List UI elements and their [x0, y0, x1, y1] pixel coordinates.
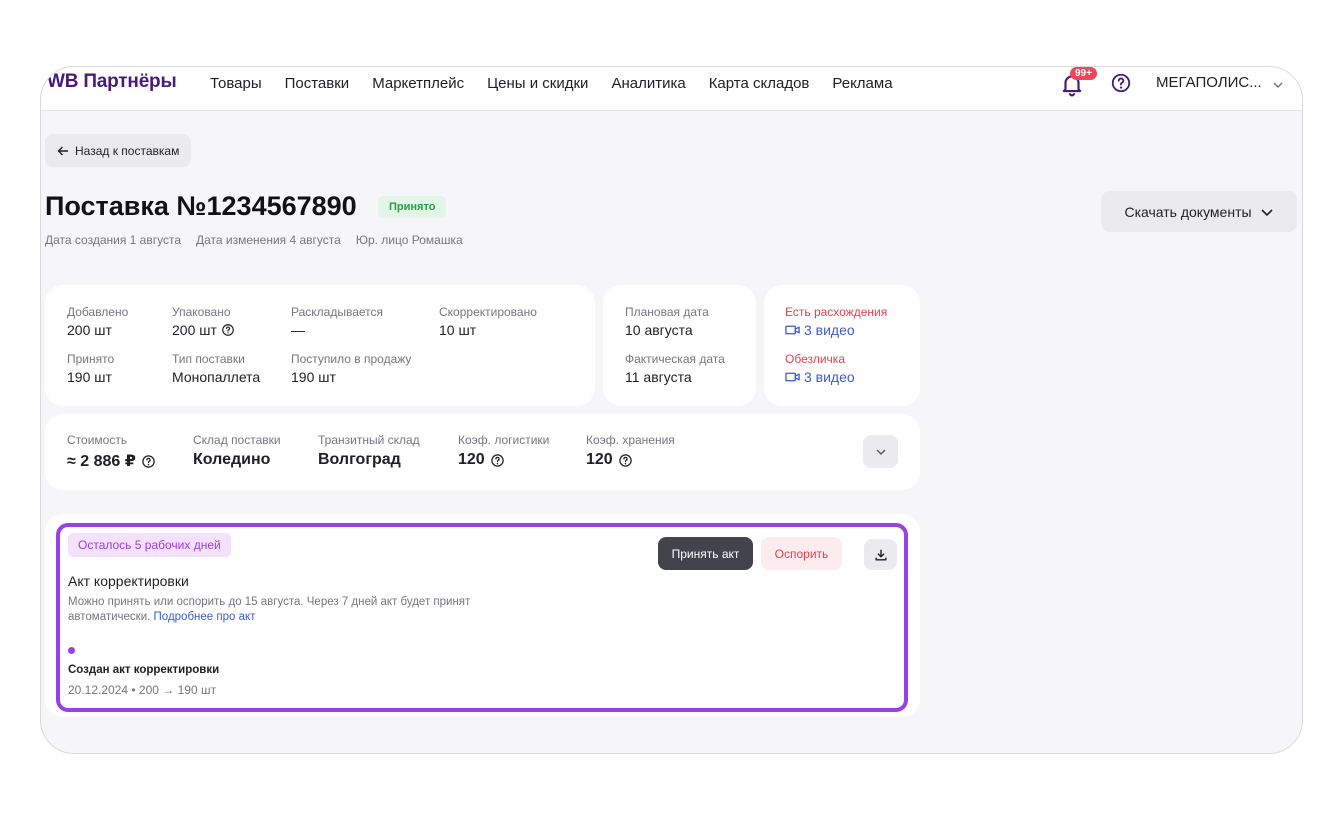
- transit-warehouse: Транзитный склад Волгоград: [318, 433, 420, 468]
- act-title: Акт корректировки: [68, 573, 189, 589]
- nav-item-marketplace[interactable]: Маркетплейс: [372, 75, 464, 92]
- stat-on-sale: Поступило в продажу 190 шт: [291, 352, 412, 385]
- logo[interactable]: WB Партнёры: [47, 71, 177, 93]
- dispute-act-button[interactable]: Оспорить: [761, 537, 842, 570]
- supply-dates-card: Плановая дата 10 августа Фактическая дат…: [603, 285, 756, 406]
- download-documents-button[interactable]: Скачать документы: [1101, 191, 1297, 232]
- app-window: WB Партнёры Товары Поставки Маркетплейс …: [40, 66, 1303, 754]
- notifications-badge: 99+: [1070, 67, 1097, 80]
- stat-corrected: Скорректировано 10 шт: [439, 305, 537, 338]
- page-title: Поставка №1234567890: [45, 191, 357, 221]
- nav-item-supplies[interactable]: Поставки: [285, 75, 350, 92]
- accept-act-button[interactable]: Принять акт: [658, 537, 753, 570]
- correction-act-card: Осталось 5 рабочих дней Принять акт Оспо…: [56, 523, 908, 712]
- stat-supply-type: Тип поставки Монопаллета: [172, 352, 261, 385]
- video-camera-icon: [785, 372, 800, 382]
- chevron-down-icon[interactable]: [1272, 79, 1284, 91]
- supply-meta: Дата создания 1 августа Дата изменения 4…: [45, 233, 463, 247]
- cost: Стоимость ≈ 2 886 ₽: [67, 433, 156, 471]
- nav-item-ads[interactable]: Реклама: [832, 75, 892, 92]
- help-circle-icon[interactable]: [618, 453, 633, 468]
- nav-item-analytics[interactable]: Аналитика: [611, 75, 685, 92]
- help-circle-icon[interactable]: [221, 323, 235, 337]
- download-icon: [874, 549, 887, 561]
- supply-warehouse: Склад поставки Коледино: [193, 433, 281, 468]
- act-details-link[interactable]: Подробнее про акт: [154, 611, 256, 623]
- back-button-label: Назад к поставкам: [75, 143, 180, 158]
- video-camera-icon: [785, 325, 800, 335]
- stat-added: Добавлено 200 шт: [67, 305, 129, 338]
- actual-date: Фактическая дата 11 августа: [625, 352, 725, 385]
- nav-item-warehouse-map[interactable]: Карта складов: [709, 75, 810, 92]
- status-badge: Принято: [378, 196, 447, 218]
- supply-stats-card: Добавлено 200 шт Упаковано 200 шт Раскла…: [45, 285, 595, 406]
- chevron-down-icon: [1260, 208, 1273, 216]
- arrow-left-icon: [57, 146, 68, 155]
- account-name[interactable]: МЕГАПОЛИС...: [1156, 74, 1262, 91]
- help-icon[interactable]: [1110, 72, 1132, 94]
- stat-packed: Упаковано 200 шт: [172, 305, 235, 338]
- top-navigation-bar: WB Партнёры Товары Поставки Маркетплейс …: [41, 67, 1302, 111]
- expand-costs-button[interactable]: [863, 435, 898, 468]
- chevron-down-icon: [875, 448, 886, 455]
- nav-item-products[interactable]: Товары: [210, 75, 262, 92]
- stat-sorting: Раскладывается —: [291, 305, 384, 338]
- meta-changed: Дата изменения 4 августа: [196, 233, 341, 247]
- supply-issues-card: Есть расхождения 3 видео Обезличка 3 вид…: [764, 285, 920, 406]
- act-description: Можно принять или оспорить до 15 августа…: [68, 596, 471, 623]
- depersonalization: Обезличка 3 видео: [785, 352, 855, 385]
- help-circle-icon[interactable]: [490, 453, 505, 468]
- nav-item-prices[interactable]: Цены и скидки: [487, 75, 588, 92]
- timeline-dot: [68, 647, 75, 654]
- discrepancy: Есть расхождения 3 видео: [785, 305, 888, 338]
- depersonal-video-link[interactable]: 3 видео: [785, 369, 855, 385]
- discrepancy-video-link[interactable]: 3 видео: [785, 322, 887, 338]
- logistics-coef: Коэф. логистики 120: [458, 433, 550, 468]
- days-left-badge: Осталось 5 рабочих дней: [68, 533, 231, 557]
- back-to-supplies-button[interactable]: Назад к поставкам: [45, 134, 192, 167]
- planned-date: Плановая дата 10 августа: [625, 305, 709, 338]
- help-circle-icon[interactable]: [141, 454, 156, 469]
- storage-coef: Коэф. хранения 120: [586, 433, 675, 468]
- stat-accepted: Принято 190 шт: [67, 352, 115, 385]
- meta-created: Дата создания 1 августа: [45, 233, 181, 247]
- supply-costs-card: Стоимость ≈ 2 886 ₽ Склад поставки Колед…: [45, 414, 920, 490]
- download-act-button[interactable]: [864, 539, 897, 570]
- history-meta: 20.12.2024 • 200 → 190 шт: [68, 683, 217, 697]
- meta-legal-entity: Юр. лицо Ромашка: [355, 233, 463, 247]
- main-nav: Товары Поставки Маркетплейс Цены и скидк…: [210, 75, 893, 92]
- download-documents-label: Скачать документы: [1124, 203, 1252, 220]
- history-title: Создан акт корректировки: [68, 664, 220, 676]
